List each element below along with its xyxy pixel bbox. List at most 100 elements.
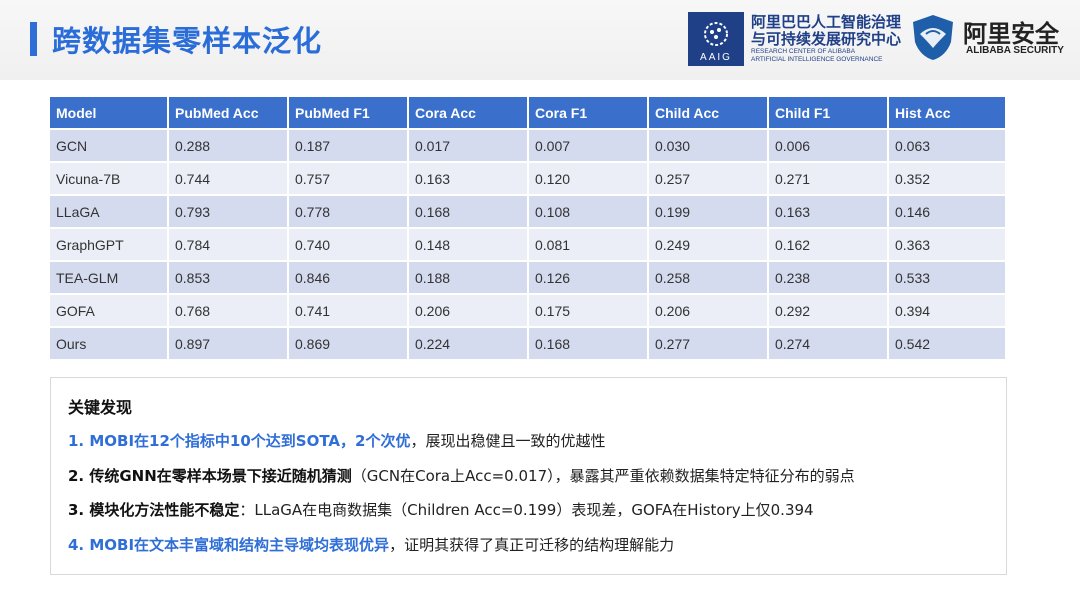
- table-cell: 0.175: [529, 295, 647, 326]
- aaig-wordmark: 阿里巴巴人工智能治理 与可持续发展研究中心 RESEARCH CENTER OF…: [751, 14, 901, 64]
- table-cell: Vicuna-7B: [50, 163, 167, 194]
- table-cell: 0.148: [409, 229, 527, 260]
- table-cell: LLaGA: [50, 196, 167, 227]
- table-cell: 0.120: [529, 163, 647, 194]
- finding-lead: 3. 模块化方法性能不稳定: [68, 501, 240, 519]
- finding-lead: 2. 传统GNN在零样本场景下接近随机猜测: [68, 467, 352, 485]
- table-cell: 0.768: [169, 295, 287, 326]
- column-header: PubMed F1: [289, 97, 407, 128]
- table-cell: 0.363: [889, 229, 1005, 260]
- table-cell: 0.778: [289, 196, 407, 227]
- table-cell: 0.238: [769, 262, 887, 293]
- table-cell: 0.081: [529, 229, 647, 260]
- table-row: Ours 0.897 0.869 0.224 0.168 0.277 0.274…: [50, 328, 1005, 359]
- column-header: Hist Acc: [889, 97, 1005, 128]
- table-cell: 0.288: [169, 130, 287, 161]
- results-table: Model PubMed Acc PubMed F1 Cora Acc Cora…: [48, 95, 1007, 361]
- table-cell: 0.897: [169, 328, 287, 359]
- column-header: Cora Acc: [409, 97, 527, 128]
- table-cell: 0.162: [769, 229, 887, 260]
- table-cell: 0.741: [289, 295, 407, 326]
- finding-item: 4. MOBI在文本丰富域和结构主导域均表现优异，证明其获得了真正可迁移的结构理…: [68, 534, 674, 555]
- table-cell: 0.257: [649, 163, 767, 194]
- key-findings-title: 关键发现: [68, 398, 133, 417]
- aaig-logo-icon: [704, 22, 728, 46]
- table-cell: GCN: [50, 130, 167, 161]
- finding-detail: ，展现出稳健且一致的优越性: [410, 432, 606, 450]
- table-cell: 0.163: [409, 163, 527, 194]
- finding-detail: ，证明其获得了真正可迁移的结构理解能力: [389, 536, 675, 554]
- table-cell: 0.271: [769, 163, 887, 194]
- column-header: Model: [50, 97, 167, 128]
- table-cell: 0.784: [169, 229, 287, 260]
- table-cell: 0.744: [169, 163, 287, 194]
- aaig-cn-line2: 与可持续发展研究中心: [751, 30, 902, 48]
- table-row: GraphGPT 0.784 0.740 0.148 0.081 0.249 0…: [50, 229, 1005, 260]
- table-cell: 0.017: [409, 130, 527, 161]
- column-header: PubMed Acc: [169, 97, 287, 128]
- table-cell: 0.163: [769, 196, 887, 227]
- aaig-en-line2: ARTIFICIAL INTELLIGENCE GOVERNANCE: [751, 56, 883, 63]
- table-header-row: Model PubMed Acc PubMed F1 Cora Acc Cora…: [50, 97, 1005, 128]
- table-row: TEA-GLM 0.853 0.846 0.188 0.126 0.258 0.…: [50, 262, 1005, 293]
- finding-item: 3. 模块化方法性能不稳定：LLaGA在电商数据集（Children Acc=0…: [68, 499, 814, 520]
- table-cell: 0.352: [889, 163, 1005, 194]
- table-cell: 0.146: [889, 196, 1005, 227]
- finding-item: 1. MOBI在12个指标中10个达到SOTA，2个次优，展现出稳健且一致的优越…: [68, 430, 605, 451]
- table-cell: 0.108: [529, 196, 647, 227]
- table-cell: 0.199: [649, 196, 767, 227]
- finding-lead: 4. MOBI在文本丰富域和结构主导域均表现优异: [68, 536, 390, 554]
- aaig-cn-line1: 阿里巴巴人工智能治理: [751, 13, 902, 31]
- table-cell: TEA-GLM: [50, 262, 167, 293]
- table-cell: 0.188: [409, 262, 527, 293]
- aaig-logo: AAIG: [688, 12, 744, 66]
- aaig-abbr: AAIG: [700, 52, 732, 63]
- table-cell: 0.846: [289, 262, 407, 293]
- key-findings-box: 关键发现 1. MOBI在12个指标中10个达到SOTA，2个次优，展现出稳健且…: [50, 377, 1007, 575]
- table-row: GCN 0.288 0.187 0.017 0.007 0.030 0.006 …: [50, 130, 1005, 161]
- table-cell: 0.168: [529, 328, 647, 359]
- table-cell: GOFA: [50, 295, 167, 326]
- table-row: GOFA 0.768 0.741 0.206 0.175 0.206 0.292…: [50, 295, 1005, 326]
- table-cell: 0.187: [289, 130, 407, 161]
- column-header: Child Acc: [649, 97, 767, 128]
- table-cell: 0.007: [529, 130, 647, 161]
- finding-detail: （GCN在Cora上Acc=0.017），暴露其严重依赖数据集特定特征分布的弱点: [351, 467, 855, 485]
- table-cell: 0.168: [409, 196, 527, 227]
- table-cell: 0.757: [289, 163, 407, 194]
- table-cell: 0.292: [769, 295, 887, 326]
- finding-lead: 1. MOBI在12个指标中10个达到SOTA，2个次优: [68, 432, 411, 450]
- slide: 跨数据集零样本泛化 AAIG 阿里巴巴人工智能治理 与可持续发展研究中心 RES…: [0, 0, 1080, 608]
- table-cell: 0.853: [169, 262, 287, 293]
- table-cell: 0.258: [649, 262, 767, 293]
- column-header: Child F1: [769, 97, 887, 128]
- table-cell: 0.006: [769, 130, 887, 161]
- table-cell: GraphGPT: [50, 229, 167, 260]
- table-cell: 0.206: [409, 295, 527, 326]
- table-cell: 0.793: [169, 196, 287, 227]
- table-cell: 0.533: [889, 262, 1005, 293]
- finding-item: 2. 传统GNN在零样本场景下接近随机猜测（GCN在Cora上Acc=0.017…: [68, 465, 855, 486]
- table-cell: 0.740: [289, 229, 407, 260]
- table-cell: 0.277: [649, 328, 767, 359]
- alibaba-security-shield-icon: [913, 15, 953, 60]
- table-row: LLaGA 0.793 0.778 0.168 0.108 0.199 0.16…: [50, 196, 1005, 227]
- title-accent-bar: [30, 22, 37, 56]
- table-row: Vicuna-7B 0.744 0.757 0.163 0.120 0.257 …: [50, 163, 1005, 194]
- table-cell: 0.869: [289, 328, 407, 359]
- column-header: Cora F1: [529, 97, 647, 128]
- finding-detail: ：LLaGA在电商数据集（Children Acc=0.199）表现差，GOFA…: [239, 501, 814, 519]
- table-cell: 0.249: [649, 229, 767, 260]
- table-cell: 0.063: [889, 130, 1005, 161]
- security-cn-label: 阿里安全: [963, 20, 1059, 48]
- table-cell: 0.126: [529, 262, 647, 293]
- table-cell: 0.030: [649, 130, 767, 161]
- table-cell: 0.274: [769, 328, 887, 359]
- table-cell: Ours: [50, 328, 167, 359]
- table-cell: 0.542: [889, 328, 1005, 359]
- table-cell: 0.394: [889, 295, 1005, 326]
- slide-title: 跨数据集零样本泛化: [52, 24, 323, 58]
- aaig-en-line1: RESEARCH CENTER OF ALIBABA: [751, 48, 856, 55]
- security-en-label: ALIBABA SECURITY: [966, 45, 1064, 56]
- table-cell: 0.206: [649, 295, 767, 326]
